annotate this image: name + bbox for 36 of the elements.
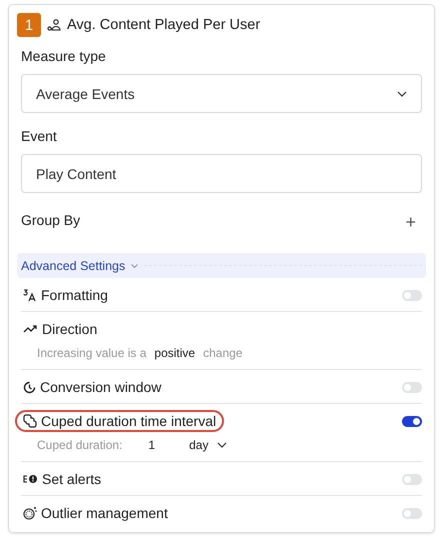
metric-title: Avg. Content Played Per User xyxy=(67,17,260,33)
person-icon xyxy=(47,19,61,31)
metric-number: 1 xyxy=(17,13,41,37)
field-label: Group By xyxy=(21,212,80,228)
clock-icon xyxy=(23,380,36,394)
dotted-circle-icon xyxy=(23,506,37,520)
chevron-down-icon xyxy=(217,442,228,448)
event-field[interactable]: Play Content xyxy=(21,154,422,193)
toggle-switch[interactable] xyxy=(402,474,422,484)
toggle-switch[interactable] xyxy=(402,290,422,300)
chevron-down-icon xyxy=(397,90,407,96)
trend-arrow-icon xyxy=(23,324,38,334)
add-button[interactable]: + xyxy=(399,212,422,233)
setting-title: Formatting xyxy=(41,287,108,303)
toggle-switch[interactable] xyxy=(402,508,422,518)
duration-amount[interactable]: 1 xyxy=(148,438,156,452)
duration-label: Cuped duration: xyxy=(37,438,122,452)
setting-title: Set alerts xyxy=(42,471,102,487)
superscript-letter-icon xyxy=(23,288,37,302)
overlapping-squares-icon xyxy=(23,414,37,428)
direction-text: change xyxy=(203,346,242,360)
alert-icon xyxy=(23,474,38,484)
setting-title: Direction xyxy=(42,321,98,337)
toggle-switch[interactable] xyxy=(402,382,422,392)
chevron-down-icon xyxy=(131,264,138,268)
field-label: Event xyxy=(21,128,57,144)
toggle-switch[interactable] xyxy=(402,416,422,426)
direction-text: Increasing value is a xyxy=(37,346,146,360)
setting-title: Cuped duration time interval xyxy=(41,413,216,429)
direction-value[interactable]: positive xyxy=(154,346,196,360)
field-label: Measure type xyxy=(21,48,106,64)
setting-title: Conversion window xyxy=(40,379,162,395)
setting-title: Outlier management xyxy=(41,505,168,521)
unit-dropdown[interactable]: day xyxy=(189,438,228,452)
advanced-settings-toggle[interactable]: Advanced Settings xyxy=(21,258,138,272)
measure-type-dropdown[interactable]: Average Events xyxy=(21,74,422,113)
